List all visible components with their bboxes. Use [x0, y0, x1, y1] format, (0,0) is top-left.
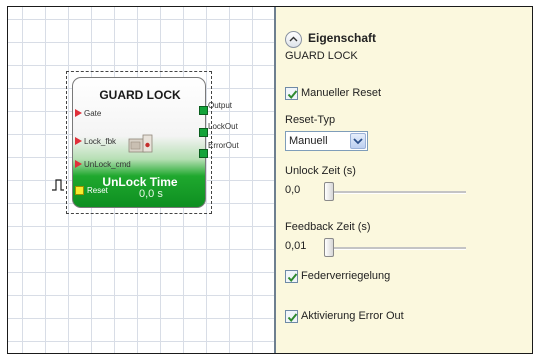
reset-type-value: Manuell — [289, 135, 328, 147]
input-pin-gate[interactable] — [75, 109, 82, 117]
feedback-time-label: Feedback Zeit (s) — [285, 221, 371, 233]
manual-reset-checkbox[interactable] — [285, 87, 298, 100]
checkmark-icon — [287, 313, 298, 323]
panel-header: Eigenschaft — [308, 31, 377, 45]
reset-type-select[interactable]: Manuell — [285, 131, 368, 151]
feedback-time-value: 0,01 — [285, 240, 307, 252]
feedback-time-slider-track[interactable] — [324, 247, 466, 250]
spring-lock-checkbox[interactable] — [285, 270, 298, 283]
block-name: GUARD LOCK — [285, 50, 358, 62]
app-frame: GUARD LOCK Gate Lock_fbk UnLock_cmd Rese… — [7, 6, 533, 354]
output-label-lockout: LockOut — [208, 122, 238, 131]
collapse-button[interactable] — [285, 31, 302, 48]
error-out-checkbox[interactable] — [285, 310, 298, 323]
output-label-output: Output — [208, 101, 233, 110]
unlock-time-slider-thumb[interactable] — [324, 182, 334, 201]
input-pin-lock-fbk[interactable] — [75, 137, 82, 145]
block-body: GUARD LOCK Gate Lock_fbk UnLock_cmd Rese… — [72, 77, 206, 208]
mode-title: UnLock Time — [102, 175, 178, 189]
input-label-lock-fbk: Lock_fbk — [84, 137, 117, 146]
block-title: GUARD LOCK — [99, 88, 181, 102]
input-label-gate: Gate — [84, 109, 102, 118]
manual-reset-label: Manueller Reset — [301, 87, 382, 99]
output-label-errorout: ErrorOut — [208, 141, 239, 150]
input-label-unlock-cmd: UnLock_cmd — [84, 160, 131, 169]
dropdown-chevron-icon — [353, 138, 363, 145]
unlock-time-slider-track[interactable] — [324, 191, 466, 194]
collapse-up-icon — [289, 36, 298, 42]
input-pin-unlock-cmd[interactable] — [75, 160, 82, 168]
guard-lock-device-icon — [128, 134, 153, 153]
output-pin-lockout[interactable] — [199, 128, 208, 137]
feedback-time-slider-thumb[interactable] — [324, 238, 334, 257]
output-pin-errorout[interactable] — [199, 149, 208, 158]
unlock-time-value: 0,0 — [285, 184, 301, 196]
unlock-time-label: Unlock Zeit (s) — [285, 165, 356, 177]
checkmark-icon — [287, 90, 298, 100]
checkmark-icon — [287, 273, 298, 283]
properties-panel: Eigenschaft GUARD LOCK Manueller Reset R… — [276, 7, 532, 353]
mode-value: 0,0 s — [139, 188, 163, 200]
spring-lock-label: Federverriegelung — [301, 270, 391, 282]
pulse-signal-icon — [52, 179, 64, 191]
reset-type-dropdown-button[interactable] — [350, 133, 366, 149]
guard-lock-function-block[interactable]: GUARD LOCK Gate Lock_fbk UnLock_cmd Rese… — [66, 71, 239, 214]
error-out-label: Aktivierung Error Out — [301, 310, 404, 322]
reset-type-label: Reset-Typ — [285, 114, 336, 126]
output-pin-output[interactable] — [199, 106, 208, 115]
schematic-canvas[interactable]: GUARD LOCK Gate Lock_fbk UnLock_cmd Rese… — [8, 7, 274, 353]
